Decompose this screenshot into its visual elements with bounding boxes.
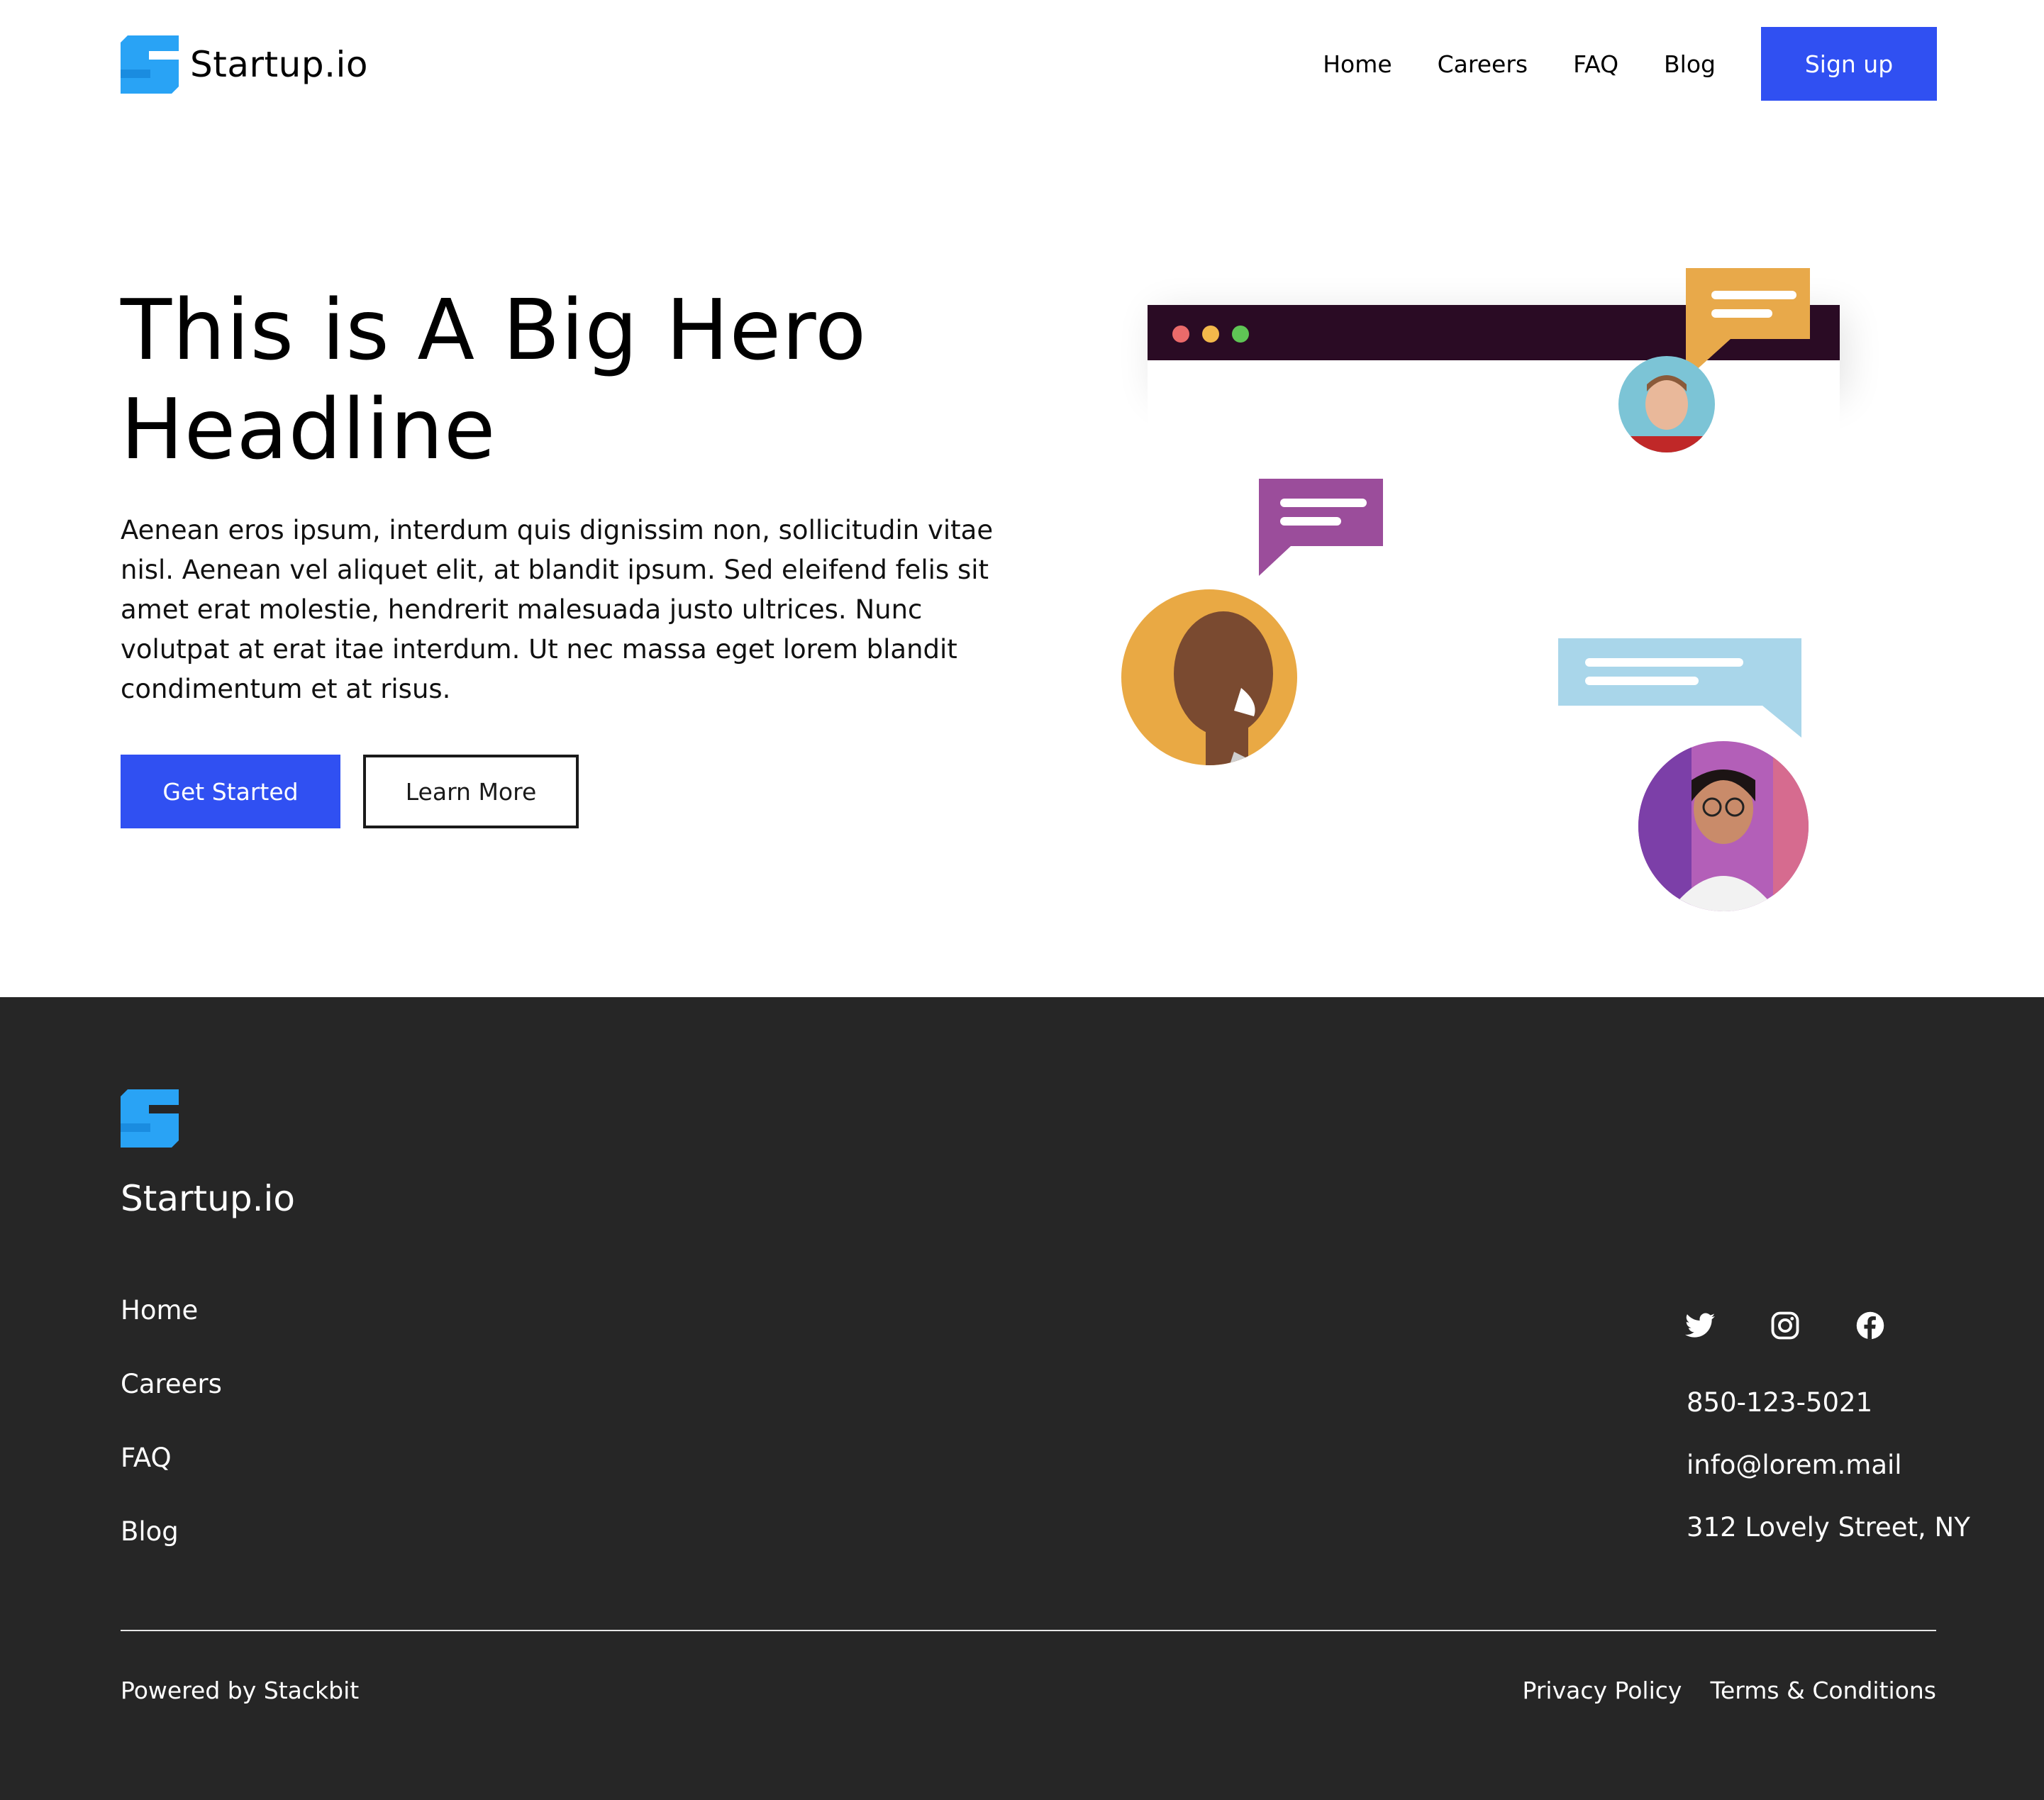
signup-button[interactable]: Sign up <box>1761 27 1937 101</box>
blue-chat-bubble <box>1558 638 1801 738</box>
get-started-button[interactable]: Get Started <box>121 755 340 828</box>
privacy-policy-link[interactable]: Privacy Policy <box>1523 1677 1682 1704</box>
site-header: Startup.io Home Careers FAQ Blog Sign up <box>0 0 2044 128</box>
nav-blog[interactable]: Blog <box>1664 50 1716 78</box>
hero-description: Aenean eros ipsum, interdum quis digniss… <box>121 515 994 704</box>
nav-home[interactable]: Home <box>1323 50 1392 78</box>
hero-headline: This is A Big Hero Headline <box>121 281 867 478</box>
learn-more-button[interactable]: Learn More <box>363 755 579 828</box>
footer-nav-careers[interactable]: Careers <box>121 1369 222 1443</box>
footer-nav-faq[interactable]: FAQ <box>121 1443 222 1516</box>
terms-link[interactable]: Terms & Conditions <box>1710 1677 1936 1704</box>
footer-nav: Home Careers FAQ Blog <box>121 1295 222 1590</box>
powered-by-text[interactable]: Powered by Stackbit <box>121 1677 359 1704</box>
footer-nav-blog[interactable]: Blog <box>121 1516 222 1590</box>
nav-careers[interactable]: Careers <box>1438 50 1528 78</box>
contact-address: 312 Lovely Street, NY <box>1687 1512 1970 1543</box>
social-links <box>1684 1309 1939 1342</box>
instagram-icon[interactable] <box>1769 1309 1801 1342</box>
footer-brand-name: Startup.io <box>121 1178 295 1219</box>
hero-illustration <box>1121 268 1844 911</box>
brand-link[interactable]: Startup.io <box>121 35 368 94</box>
twitter-icon[interactable] <box>1684 1309 1716 1342</box>
footer-nav-home[interactable]: Home <box>121 1295 222 1369</box>
footer-divider <box>121 1630 1936 1631</box>
main-nav: Home Careers FAQ Blog Sign up <box>1323 27 1937 101</box>
facebook-icon[interactable] <box>1854 1309 1887 1342</box>
brand-name: Startup.io <box>190 44 368 85</box>
nav-faq[interactable]: FAQ <box>1573 50 1618 78</box>
purple-chat-bubble <box>1259 479 1383 576</box>
legal-links: Privacy Policy Terms & Conditions <box>1494 1677 1936 1704</box>
site-footer: Startup.io Home Careers FAQ Blog 850-123… <box>0 997 2044 1800</box>
avatar-woman-left <box>1121 589 1297 765</box>
footer-logo-icon[interactable] <box>121 1089 179 1148</box>
contact-info: 850-123-5021 info@lorem.mail 312 Lovely … <box>1687 1387 1970 1574</box>
startup-logo-icon <box>121 35 179 94</box>
contact-email[interactable]: info@lorem.mail <box>1687 1450 1970 1512</box>
avatar-woman-right <box>1638 741 1809 911</box>
contact-phone[interactable]: 850-123-5021 <box>1687 1387 1970 1450</box>
